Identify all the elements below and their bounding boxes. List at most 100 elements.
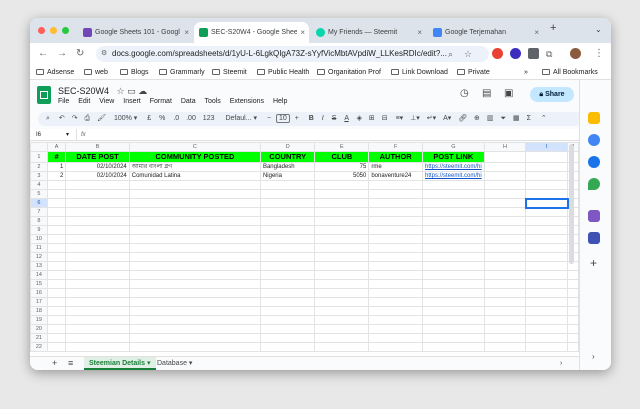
number-format-button[interactable]: 123	[203, 115, 215, 122]
row-header[interactable]: 7	[30, 207, 48, 217]
row-header[interactable]: 1	[30, 151, 48, 163]
cell[interactable]	[128, 279, 261, 289]
extensions-puzzle-icon[interactable]: ⧉	[546, 47, 552, 61]
menu-extensions[interactable]: Extensions	[230, 98, 264, 105]
cell[interactable]	[368, 297, 423, 307]
maps-icon[interactable]	[588, 178, 600, 190]
cell[interactable]	[422, 234, 485, 244]
menu-edit[interactable]: Edit	[78, 98, 90, 105]
cell[interactable]	[525, 171, 569, 181]
cell[interactable]	[128, 315, 261, 325]
cell[interactable]	[259, 342, 316, 352]
cell[interactable]: AUTHOR	[368, 151, 423, 163]
menu-help[interactable]: Help	[273, 98, 287, 105]
address-bar[interactable]: ⚙ docs.google.com/spreadsheets/d/1yU-L-6…	[96, 46, 489, 62]
cell[interactable]	[65, 252, 130, 262]
cell[interactable]	[422, 306, 485, 316]
cell[interactable]	[483, 306, 527, 316]
cell[interactable]	[483, 171, 527, 181]
cell[interactable]	[259, 189, 316, 199]
column-header[interactable]: C	[128, 142, 261, 152]
cell[interactable]: bonaventure24	[368, 171, 423, 181]
cell[interactable]	[422, 342, 485, 352]
cell[interactable]	[259, 243, 316, 253]
cell[interactable]	[259, 270, 316, 280]
cell[interactable]	[483, 342, 527, 352]
cell[interactable]	[128, 243, 261, 253]
row-header[interactable]: 12	[30, 252, 48, 262]
cell[interactable]: 02/10/2024	[65, 162, 130, 172]
cell[interactable]: Nigeria	[259, 171, 316, 181]
cell[interactable]	[567, 297, 579, 307]
bookmark-item[interactable]: Adsense	[36, 67, 74, 78]
cell[interactable]: 75	[314, 162, 370, 172]
insert-link-icon[interactable]: 🔗︎	[458, 115, 467, 122]
cell[interactable]	[46, 243, 67, 253]
meet-icon[interactable]: ▣	[504, 88, 513, 99]
bookmark-item[interactable]: Steemit	[212, 67, 247, 78]
search-menus-icon[interactable]: ⌕	[46, 115, 50, 122]
sheets-logo-icon[interactable]	[37, 86, 51, 104]
all-bookmarks-button[interactable]: All Bookmarks	[542, 67, 598, 78]
cell[interactable]	[314, 324, 370, 334]
cell-link[interactable]: https://steemit.com/hi	[422, 171, 485, 181]
functions-icon[interactable]: Σ	[527, 115, 531, 122]
cell[interactable]	[65, 324, 130, 334]
cell[interactable]	[314, 333, 370, 343]
cell[interactable]	[314, 342, 370, 352]
cell[interactable]	[422, 270, 485, 280]
cell[interactable]	[368, 207, 423, 217]
cell[interactable]	[46, 252, 67, 262]
cell[interactable]	[128, 270, 261, 280]
cell[interactable]	[525, 288, 569, 298]
contacts-icon[interactable]	[588, 156, 600, 168]
cell[interactable]	[128, 252, 261, 262]
cell[interactable]	[46, 225, 67, 235]
cell[interactable]	[128, 207, 261, 217]
text-color-button[interactable]: A	[344, 115, 348, 122]
cell[interactable]	[65, 243, 130, 253]
row-header[interactable]: 6	[30, 198, 48, 208]
cell[interactable]: rme	[368, 162, 423, 172]
cell[interactable]	[46, 342, 67, 352]
cell[interactable]	[368, 180, 423, 190]
more-bookmarks-button[interactable]: »	[524, 67, 528, 78]
cell[interactable]	[65, 288, 130, 298]
column-header[interactable]: E	[314, 142, 370, 152]
cell[interactable]	[259, 333, 316, 343]
close-window-button[interactable]	[38, 27, 45, 34]
cell[interactable]	[314, 279, 370, 289]
cell[interactable]	[525, 270, 569, 280]
column-header[interactable]: F	[368, 142, 423, 152]
cell[interactable]: #	[46, 151, 67, 163]
cell[interactable]	[483, 225, 527, 235]
hide-side-panel-icon[interactable]: ›	[592, 352, 595, 361]
cell[interactable]	[65, 342, 130, 352]
cell[interactable]	[314, 234, 370, 244]
row-header[interactable]: 13	[30, 261, 48, 271]
cell[interactable]	[567, 306, 579, 316]
cell[interactable]	[259, 261, 316, 271]
row-header[interactable]: 2	[30, 162, 48, 172]
bookmark-item[interactable]: Blogs	[120, 67, 149, 78]
row-header[interactable]: 21	[30, 333, 48, 343]
browser-tab[interactable]: Google Sheets 101 - Googl ×	[78, 22, 193, 43]
star-icon[interactable]: ☆	[117, 86, 125, 96]
cell[interactable]	[368, 189, 423, 199]
cell[interactable]	[422, 225, 485, 235]
cell[interactable]	[483, 162, 527, 172]
cell[interactable]	[368, 315, 423, 325]
cell[interactable]	[368, 225, 423, 235]
cell[interactable]	[65, 180, 130, 190]
cell[interactable]	[422, 279, 485, 289]
column-header[interactable]: G	[422, 142, 485, 152]
cell[interactable]	[368, 198, 423, 208]
cell[interactable]	[259, 315, 316, 325]
cell[interactable]	[483, 151, 527, 163]
menu-insert[interactable]: Insert	[123, 98, 141, 105]
cell[interactable]	[368, 342, 423, 352]
cell[interactable]: CLUB	[314, 151, 370, 163]
add-sheet-button[interactable]: +	[52, 357, 57, 370]
close-tab-icon[interactable]: ×	[417, 22, 422, 43]
bookmark-item[interactable]: Link Download	[391, 67, 448, 78]
